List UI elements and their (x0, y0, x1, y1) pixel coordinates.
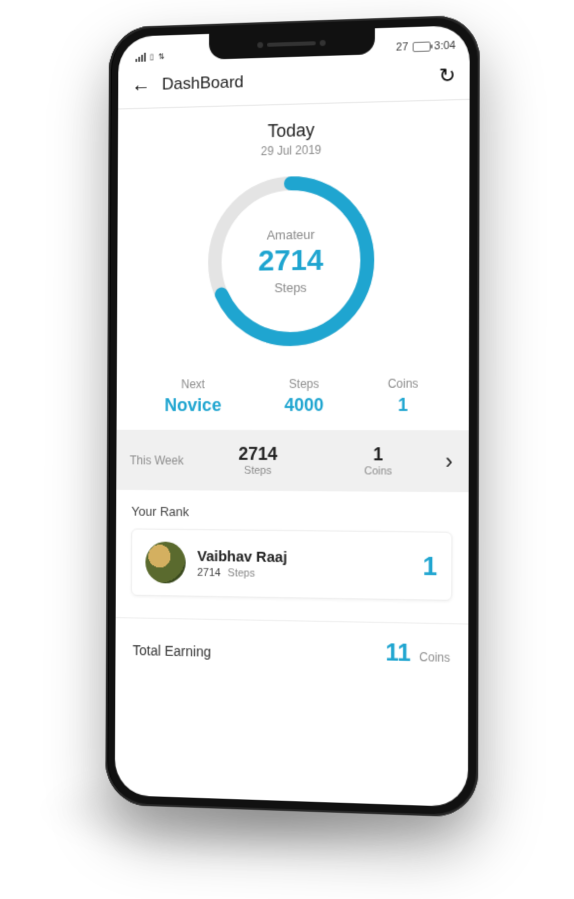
clock: 3:04 (434, 40, 456, 53)
week-steps-cell: 2714 Steps (202, 444, 313, 477)
next-coins-cell: Coins 1 (388, 377, 419, 416)
notch (209, 28, 375, 59)
week-coins-label: Coins (322, 465, 436, 478)
battery-text: 27 (396, 41, 408, 53)
back-icon[interactable]: ← (131, 75, 150, 95)
week-coins-value: 1 (322, 444, 436, 466)
next-steps-label: Steps (284, 377, 323, 391)
phone-mockup: ▯ ⇅ 27 3:04 ← DashBoard ↻ Today 29 Jul 2… (105, 15, 480, 818)
this-week-row[interactable]: This Week 2714 Steps 1 Coins › (116, 430, 469, 492)
chevron-right-icon[interactable]: › (443, 448, 454, 474)
progress-ring: Amateur 2714 Steps (117, 168, 469, 352)
app-bar: ← DashBoard ↻ (118, 51, 470, 109)
total-label: Total Earning (133, 642, 211, 660)
today-block: Today 29 Jul 2019 (118, 100, 470, 162)
next-level-cell: Next Novice (165, 377, 222, 416)
total-earning-row: Total Earning 11 Coins (115, 617, 468, 669)
rank-name: Vaibhav Raaj (197, 548, 287, 566)
week-steps-label: Steps (202, 465, 313, 478)
next-goal-row: Next Novice Steps 4000 Coins 1 (117, 372, 469, 430)
next-value: Novice (165, 395, 222, 416)
total-unit: Coins (419, 650, 450, 665)
rank-section-title: Your Rank (131, 504, 452, 522)
rank-card[interactable]: Vaibhav Raaj 2714 Steps 1 (131, 528, 452, 600)
total-value-group: 11 Coins (385, 639, 450, 669)
steps-unit: Steps (274, 280, 307, 295)
rank-position: 1 (423, 550, 438, 582)
avatar (145, 541, 185, 583)
dashboard-content: Today 29 Jul 2019 Amateur 2714 Steps (115, 100, 469, 690)
rank-sub: 2714 Steps (197, 566, 287, 579)
level-label: Amateur (267, 227, 315, 243)
week-label: This Week (130, 453, 195, 467)
week-steps-value: 2714 (202, 444, 313, 465)
phone-frame: ▯ ⇅ 27 3:04 ← DashBoard ↻ Today 29 Jul 2… (105, 15, 480, 818)
next-label: Next (165, 377, 222, 391)
progress-center: Amateur 2714 Steps (203, 170, 380, 352)
next-steps-cell: Steps 4000 (284, 377, 323, 416)
next-coins-label: Coins (388, 377, 419, 391)
week-coins-cell: 1 Coins (322, 444, 436, 478)
steps-count: 2714 (258, 244, 323, 279)
next-steps-value: 4000 (284, 395, 323, 416)
rank-steps-label: Steps (228, 567, 255, 579)
screen: ▯ ⇅ 27 3:04 ← DashBoard ↻ Today 29 Jul 2… (115, 25, 470, 807)
signal-icon (135, 53, 145, 62)
battery-icon (412, 41, 430, 52)
rank-info: Vaibhav Raaj 2714 Steps (197, 548, 287, 580)
page-title: DashBoard (162, 72, 244, 94)
refresh-icon[interactable]: ↻ (439, 63, 456, 89)
sim-icon: ▯ (150, 52, 155, 61)
rank-section: Your Rank Vaibhav Raaj 2714 Steps 1 (116, 490, 469, 609)
data-icon: ⇅ (158, 52, 165, 61)
next-coins-value: 1 (388, 395, 419, 416)
rank-steps: 2714 (197, 566, 221, 578)
total-value: 11 (385, 639, 410, 667)
